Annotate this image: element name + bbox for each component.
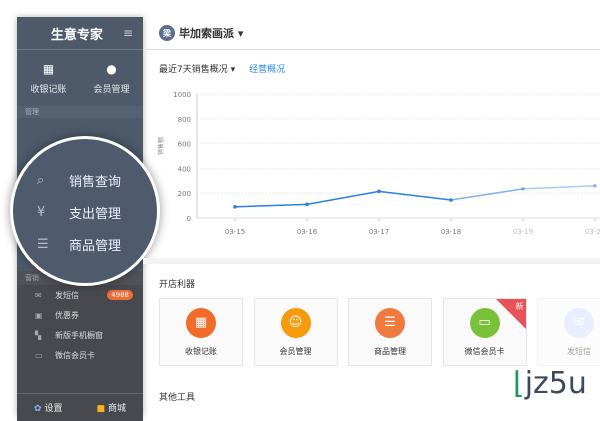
- tool-label: 微信会员卡: [464, 346, 505, 356]
- list-icon: ☰: [375, 307, 405, 338]
- item-label: 微信会员卡: [55, 350, 95, 360]
- store-selector[interactable]: 毕加索画派 ▾: [179, 25, 243, 41]
- item-label: 支出管理: [69, 207, 122, 222]
- y-axis-label: 销售额: [157, 137, 165, 155]
- tool-label: 收银记账: [185, 346, 217, 356]
- sidebar-item-products[interactable]: ☰ 商品管理: [37, 235, 121, 254]
- chart-title: 最近7天销售概况: [159, 65, 228, 75]
- quick-label: 收银记账: [30, 84, 67, 95]
- calculator-icon: ▦: [186, 307, 216, 338]
- tool-card[interactable]: ▭ 微信会员卡新: [442, 298, 527, 366]
- item-label: 新版手机橱窗: [55, 330, 103, 340]
- x-tick-label: 03-15: [225, 228, 245, 236]
- business-overview-link[interactable]: 经营概况: [249, 62, 285, 75]
- topbar: 梁 毕加索画派 ▾: [143, 17, 600, 50]
- logo: 生意专家: [50, 27, 103, 43]
- quick-label: 会员管理: [93, 84, 130, 95]
- sidebar-item-wechat-card[interactable]: ▭ 微信会员卡: [17, 345, 143, 365]
- store-name: 毕加索画派: [179, 27, 234, 40]
- sidebar-item-showcase[interactable]: ▚ 新版手机橱窗: [17, 325, 143, 345]
- y-tick-label: 600: [178, 141, 191, 149]
- card-icon: ▭: [35, 350, 43, 360]
- count-badge: 4988: [107, 290, 133, 300]
- data-point: [377, 189, 381, 194]
- box-icon: ☰: [37, 237, 49, 252]
- user-icon: ●: [106, 61, 117, 76]
- caret-down-icon: ▾: [237, 27, 244, 40]
- tool-card[interactable]: ☰ 商品管理: [348, 298, 432, 366]
- item-label: 销售查询: [69, 175, 122, 190]
- coupon-icon: ▣: [35, 310, 43, 320]
- item-label: 商品管理: [69, 239, 122, 254]
- magnifier-lens: ⌕ 销售查询 ¥ 支出管理 ☰ 商品管理: [10, 136, 160, 286]
- item-label: 发短信: [55, 290, 79, 300]
- yen-icon: ¥: [37, 205, 46, 220]
- tool-card[interactable]: ▦ 收银记账: [159, 298, 243, 366]
- tool-card[interactable]: ✉ 发短信: [537, 298, 600, 366]
- watermark-logo: ⌊jz5u: [513, 366, 587, 401]
- settings-label: 设置: [44, 404, 63, 414]
- other-tools-title: 其他工具: [159, 393, 196, 403]
- series-line-segment: [378, 190, 452, 201]
- mall-button[interactable]: ■ 商城: [97, 401, 126, 414]
- search-list-icon: ⌕: [37, 173, 45, 188]
- quick-members[interactable]: ● 会员管理: [80, 50, 143, 106]
- tool-card[interactable]: ☺ 会员管理: [253, 298, 338, 366]
- avatar: 梁: [159, 25, 175, 41]
- series-line-segment: [450, 188, 524, 201]
- data-point: [449, 198, 453, 202]
- gear-icon: ✿: [34, 404, 42, 414]
- y-tick-label: 1000: [173, 91, 191, 99]
- y-tick-label: 400: [178, 165, 191, 173]
- calculator-icon: ▦: [42, 61, 55, 76]
- data-point: [305, 202, 309, 207]
- tool-label: 会员管理: [279, 346, 312, 356]
- sidebar-item-sms[interactable]: ✉ 发短信 4988: [17, 285, 143, 305]
- new-tag: 新: [515, 302, 524, 311]
- y-tick-label: 0: [187, 215, 191, 223]
- data-point: [521, 187, 525, 191]
- mail-icon: ✉: [564, 307, 594, 338]
- series-line-segment: [522, 185, 596, 190]
- tool-label: 商品管理: [374, 346, 406, 356]
- mail-icon: ✉: [35, 290, 42, 300]
- data-point: [593, 183, 597, 188]
- tool-label: 发短信: [567, 346, 591, 356]
- x-tick-label: 03-20: [585, 228, 600, 236]
- sidebar-header: 生意专家 ≡: [17, 17, 143, 50]
- quick-cashier[interactable]: ▦ 收银记账: [17, 50, 80, 106]
- tools-title: 开店利器: [159, 280, 196, 290]
- item-label: 优惠券: [55, 310, 79, 320]
- section-manage: 管理: [17, 106, 143, 118]
- bag-icon: ■: [96, 404, 106, 414]
- settings-button[interactable]: ✿ 设置: [34, 401, 62, 414]
- mall-label: 商城: [107, 404, 126, 414]
- data-point: [233, 205, 237, 209]
- y-tick-label: 800: [178, 116, 191, 124]
- hamburger-icon[interactable]: ≡: [123, 26, 133, 40]
- divider: [143, 258, 600, 264]
- sidebar-item-expenses[interactable]: ¥ 支出管理: [37, 203, 121, 222]
- sidebar-item-sales-query[interactable]: ⌕ 销售查询: [37, 171, 121, 190]
- period-selector[interactable]: 最近7天销售概况 ▾: [159, 62, 235, 75]
- x-tick-label: 03-19: [513, 228, 533, 236]
- caret-down-icon: ▾: [230, 65, 236, 75]
- sidebar-item-coupon[interactable]: ▣ 优惠券: [17, 305, 143, 325]
- user-icon: ☺: [280, 307, 311, 338]
- x-tick-label: 03-17: [369, 228, 389, 236]
- series-line-segment: [234, 203, 308, 208]
- y-tick-label: 200: [178, 190, 191, 198]
- x-tick-label: 03-18: [441, 228, 461, 236]
- x-tick-label: 03-16: [297, 228, 318, 236]
- qr-icon: ▚: [35, 330, 42, 340]
- sales-chart: 0 200 400 600 800 1000 销售额 03-15 03-16 03-17 03-18…: [157, 91, 600, 236]
